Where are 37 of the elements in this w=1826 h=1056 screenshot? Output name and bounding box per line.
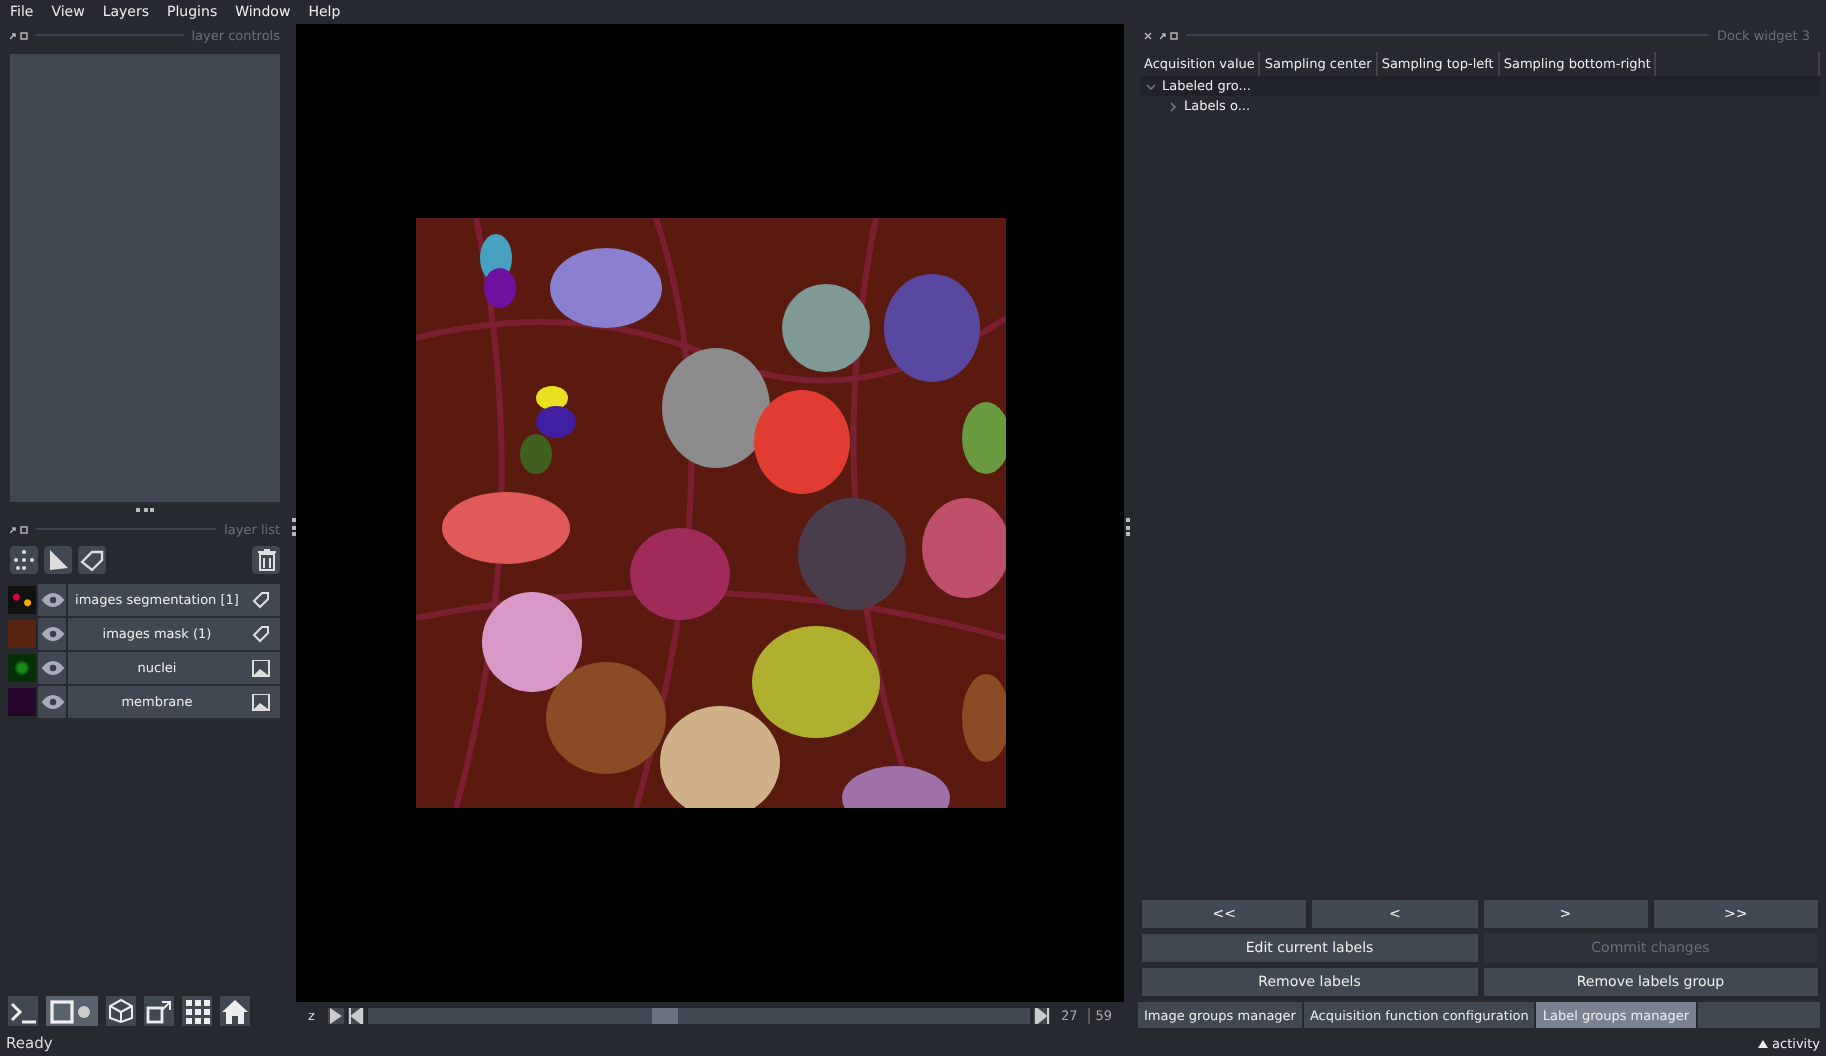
ndisplay-button[interactable]: [46, 996, 98, 1026]
layer-thumbnail: [8, 620, 36, 648]
tag-icon: [246, 584, 280, 616]
cube-icon[interactable]: [106, 996, 136, 1026]
grid-icon[interactable]: [182, 996, 212, 1026]
caret-icon[interactable]: [1146, 81, 1156, 91]
image-icon: [246, 652, 280, 684]
slider-handle[interactable]: [652, 1008, 679, 1024]
image-icon: [246, 686, 280, 718]
console-button[interactable]: [8, 996, 38, 1026]
triangle-up-icon[interactable]: [1758, 1039, 1769, 1047]
step-back-button[interactable]: [348, 1008, 364, 1024]
delete-layer-button[interactable]: [252, 546, 280, 574]
splitter-handle-icon[interactable]: [135, 502, 155, 518]
play-button[interactable]: [328, 1008, 344, 1024]
step-forward-button[interactable]: [1034, 1008, 1051, 1024]
new-shapes-button[interactable]: [44, 546, 72, 574]
rotate-icon[interactable]: [144, 996, 174, 1026]
new-labels-button[interactable]: [78, 546, 106, 574]
eye-icon[interactable]: [38, 686, 66, 718]
dock-float-icon[interactable]: [10, 525, 28, 533]
eye-icon[interactable]: [38, 652, 66, 684]
home-icon[interactable]: [220, 996, 250, 1026]
new-points-button[interactable]: [10, 546, 38, 574]
tag-icon: [246, 618, 280, 650]
dock-float-icon[interactable]: [10, 31, 28, 39]
viewer-canvas[interactable]: [296, 24, 1124, 1002]
layer-thumbnail: [8, 688, 36, 716]
layer-thumbnail: [8, 654, 36, 682]
dock-float-icon[interactable]: [1160, 31, 1178, 39]
close-icon[interactable]: [1144, 31, 1152, 39]
eye-icon[interactable]: [38, 584, 66, 616]
splitter-handle-icon[interactable]: [1125, 518, 1129, 536]
caret-icon[interactable]: [1168, 101, 1178, 111]
eye-icon[interactable]: [38, 618, 66, 650]
layer-thumbnail: [8, 586, 36, 614]
splitter-handle-icon[interactable]: [291, 518, 295, 536]
